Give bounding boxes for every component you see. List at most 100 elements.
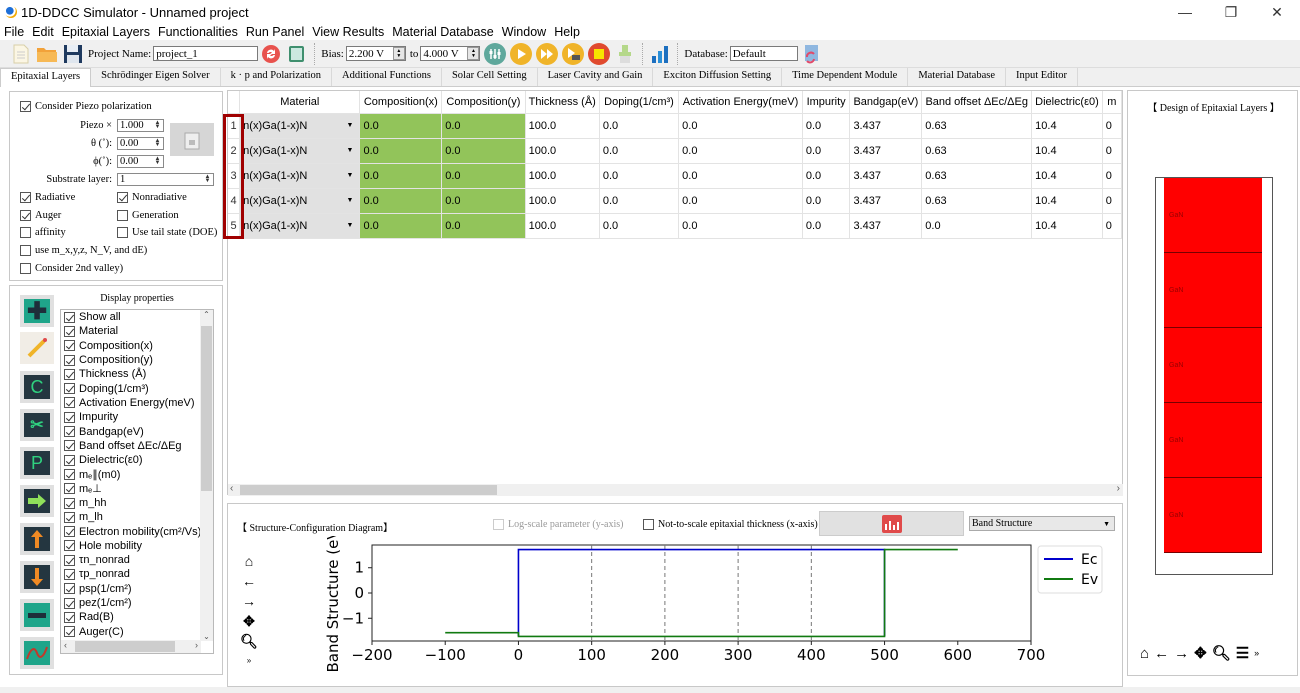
properties-vertical-scrollbar[interactable]: ⌃ ⌄ [200,310,213,641]
menu-epitaxial-layers[interactable]: Epitaxial Layers [58,25,154,39]
display-property-checkbox[interactable] [64,325,75,337]
menu-functionalities[interactable]: Functionalities [154,25,242,39]
table-cell[interactable]: 0.0 [441,138,526,164]
substrate-layer-input[interactable]: 1 ▲ ▼ [117,173,214,186]
table-cell[interactable]: 10.4 [1031,188,1103,214]
not-to-scale-option[interactable]: Not-to-scale epitaxial thickness (x-axis… [643,519,818,530]
table-cell[interactable]: 0.0 [599,188,680,214]
display-property-item[interactable]: Rad(B) [61,610,213,624]
table-cell[interactable]: 3.437 [849,138,923,164]
table-cell[interactable]: 0.0 [678,188,803,214]
table-cell[interactable]: 0.0 [678,113,803,139]
column-header[interactable]: Material [239,91,361,114]
generation-option[interactable]: Generation [117,210,179,221]
display-property-checkbox[interactable] [64,468,75,480]
display-property-item[interactable]: psp(1/cm²) [61,582,213,596]
row-number[interactable]: 2 [228,138,241,164]
display-property-item[interactable]: Dielectric(ε0) [61,453,213,467]
radiative-checkbox[interactable] [20,192,31,203]
table-cell[interactable]: 0 [1102,138,1122,164]
table-cell[interactable]: 3.437 [849,113,923,139]
tab-material-database[interactable]: Material Database [908,68,1006,86]
log-scale-option[interactable]: Log-scale parameter (y-axis) [493,519,624,530]
edit-layer-button[interactable] [20,332,54,364]
table-row[interactable]: 4 n(x)Ga(1-x)N ▼ 0.0 0.0 100.0 0.0 0.0 0.0 3.437 0… [228,188,1122,214]
display-property-item[interactable]: Auger(C) [61,625,213,639]
row-number[interactable]: 5 [228,213,241,239]
run-batch-icon[interactable] [562,42,585,65]
tab-solar-cell-setting[interactable]: Solar Cell Setting [441,68,538,86]
table-cell[interactable]: 0.0 [441,213,526,239]
row-number[interactable]: 3 [228,163,241,189]
auger-checkbox[interactable] [20,210,31,221]
results-chart-icon[interactable] [649,43,671,65]
affinity-checkbox[interactable] [20,227,31,238]
table-cell[interactable]: 0.63 [921,138,1033,164]
scroll-thumb[interactable] [240,485,497,495]
display-property-item[interactable]: Activation Energy(meV) [61,396,213,410]
table-cell[interactable]: 0.0 [678,163,803,189]
menu-run-panel[interactable]: Run Panel [242,25,308,39]
menu-view-results[interactable]: View Results [308,25,388,39]
table-cell[interactable]: 0.0 [678,138,803,164]
table-cell[interactable]: 0.0 [359,113,443,139]
display-property-checkbox[interactable] [64,511,75,523]
more-icon[interactable]: » [1254,648,1259,658]
log-scale-checkbox[interactable] [493,519,504,530]
table-row[interactable]: 1 n(x)Ga(1-x)N ▼ 0.0 0.0 100.0 0.0 0.0 0.0 3.437 0… [228,113,1122,139]
row-number[interactable]: 4 [228,188,241,214]
display-property-item[interactable]: m_hh [61,496,213,510]
second-valley-checkbox[interactable] [20,263,31,274]
table-cell[interactable]: 0.0 [599,213,680,239]
table-cell[interactable]: 0.0 [802,138,851,164]
epitaxial-layer-block[interactable]: GaN [1164,328,1262,403]
display-property-checkbox[interactable] [64,383,75,395]
table-cell[interactable]: 0.0 [802,163,851,189]
plot-type-select[interactable]: Band Structure ▼ [969,516,1115,531]
database-refresh-icon[interactable] [800,43,822,65]
spinner-arrows-icon[interactable]: ▲ ▼ [153,156,162,166]
generation-checkbox[interactable] [117,210,128,221]
table-cell[interactable]: 100.0 [525,138,600,164]
display-property-item[interactable]: Material [61,324,213,338]
column-header[interactable]: Dielectric(ε0) [1031,91,1103,114]
table-row[interactable]: 2 n(x)Ga(1-x)N ▼ 0.0 0.0 100.0 0.0 0.0 0.0 3.437 0… [228,138,1122,164]
table-cell[interactable]: 10.4 [1031,163,1103,189]
column-header[interactable]: Activation Energy(meV) [678,91,803,114]
back-arrow-icon[interactable]: ← [1154,645,1169,662]
table-cell[interactable]: 0.0 [441,163,526,189]
tab-kp-polarization[interactable]: k · p and Polarization [220,68,332,86]
nonradiative-checkbox[interactable] [117,192,128,203]
display-property-checkbox[interactable] [64,611,75,623]
display-property-checkbox[interactable] [64,497,75,509]
table-cell[interactable]: 0.63 [921,113,1033,139]
paste-layer-button[interactable]: P [20,447,54,479]
maximize-button[interactable]: ❐ [1208,0,1254,24]
piezo-polarization-checkbox[interactable] [20,101,31,112]
table-cell[interactable]: 100.0 [525,113,600,139]
document-sync-icon[interactable] [286,43,308,65]
scroll-down-icon[interactable]: ⌄ [200,632,213,641]
table-cell[interactable]: 0.0 [359,163,443,189]
close-button[interactable]: ✕ [1254,0,1300,24]
tail-state-option[interactable]: Use tail state (DOE) [117,227,217,238]
copy-layer-button[interactable]: C [20,371,54,403]
table-cell[interactable]: 100.0 [525,163,600,189]
run-icon[interactable] [510,42,533,65]
stop-icon[interactable] [588,42,611,65]
table-cell[interactable]: 0.0 [678,213,803,239]
epitaxial-layer-block[interactable]: GaN [1164,253,1262,328]
anisotropic-mass-checkbox[interactable] [20,245,31,256]
display-property-checkbox[interactable] [64,411,75,423]
column-header[interactable]: Doping(1/cm³) [599,91,680,114]
material-select[interactable]: n(x)Ga(1-x)N ▼ [239,113,361,139]
menu-help[interactable]: Help [550,25,584,39]
display-property-item[interactable]: mₑ∥(m0) [61,467,213,481]
display-property-item[interactable]: Bandgap(eV) [61,424,213,438]
theta-input[interactable]: 0.00 ▲ ▼ [117,137,164,150]
table-cell[interactable]: 0.0 [599,113,680,139]
display-property-item[interactable]: τn_nonrad [61,553,213,567]
epitaxial-layer-block[interactable]: GaN [1164,478,1262,553]
add-layer-button[interactable]: ✚ [20,295,54,327]
epitaxial-layer-block[interactable]: GaN [1164,403,1262,478]
